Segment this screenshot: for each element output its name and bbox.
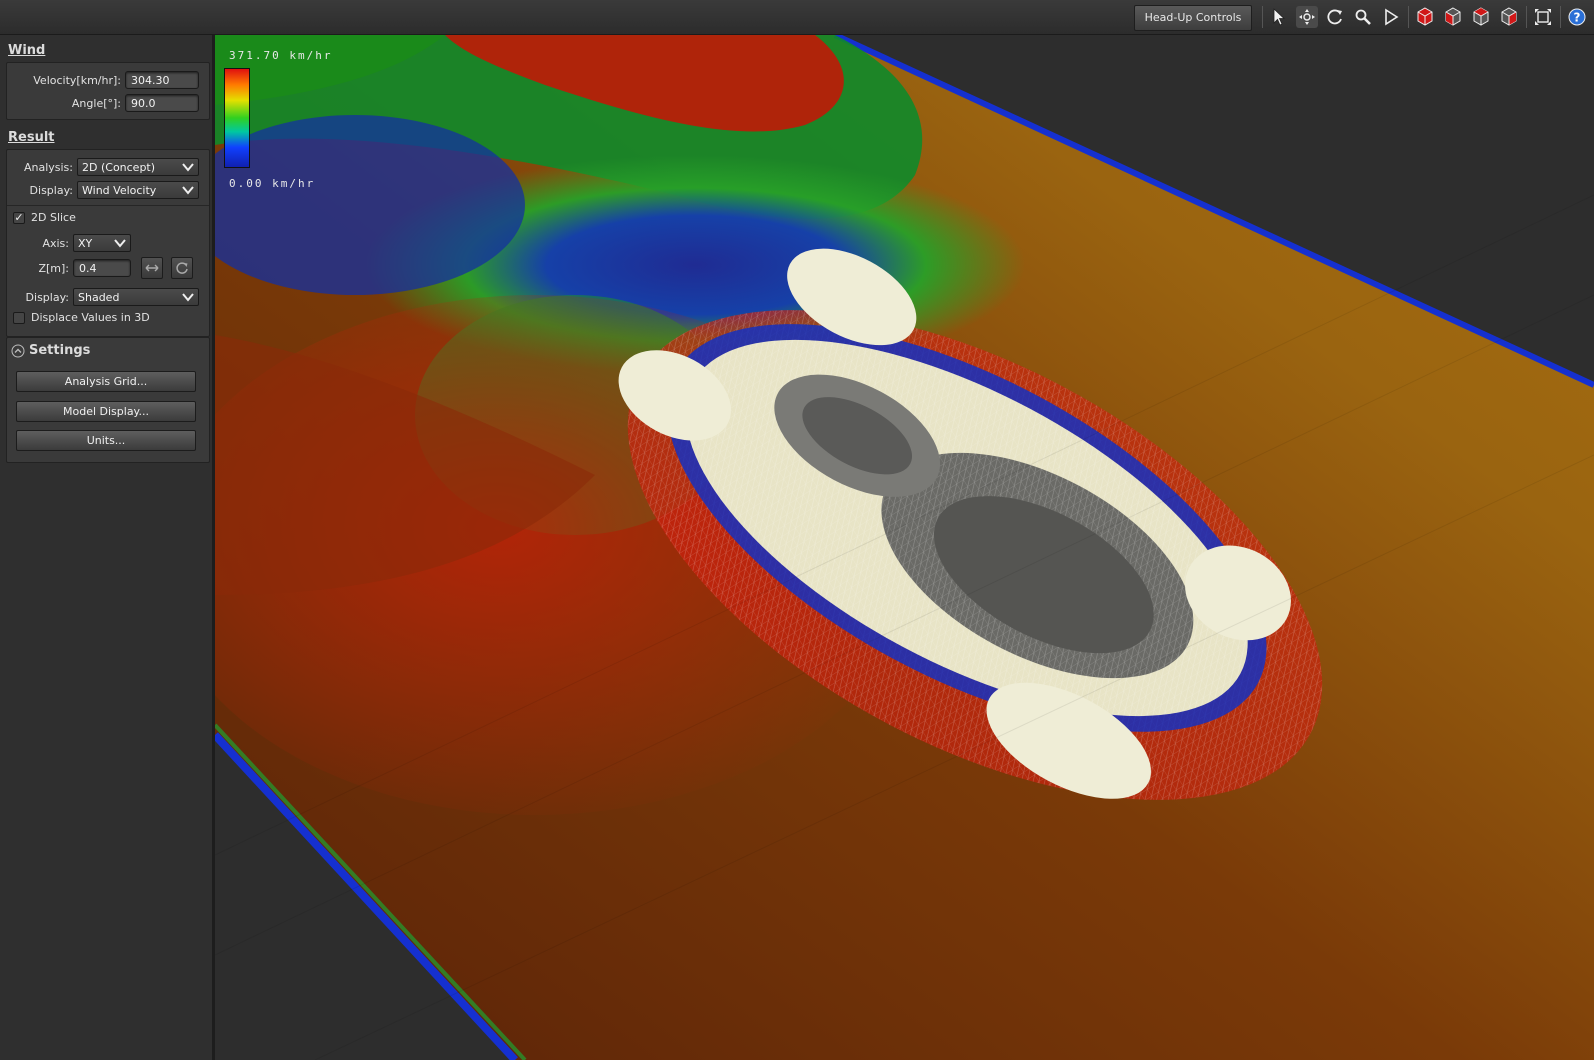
- cube-side-icon[interactable]: [1442, 6, 1464, 28]
- velocity-field[interactable]: 304.30: [125, 71, 199, 89]
- units-button[interactable]: Units...: [16, 430, 196, 451]
- chevron-down-icon: [182, 293, 194, 302]
- wind-velocity-render: [215, 35, 1594, 1060]
- analysis-label: Analysis:: [23, 161, 73, 174]
- settings-section: Settings Analysis Grid... Model Display.…: [6, 337, 210, 463]
- axis-select-value: XY: [78, 237, 93, 250]
- wind-section: Velocity[km/hr]: 304.30 Angle[°]: 90.0: [6, 62, 210, 120]
- display-select-value: Wind Velocity: [82, 184, 157, 197]
- display2-select-value: Shaded: [78, 291, 120, 304]
- left-panel: Wind Velocity[km/hr]: 304.30 Angle[°]: 9…: [0, 35, 215, 1060]
- collapse-icon[interactable]: [11, 344, 25, 358]
- angle-label: Angle[°]:: [71, 97, 121, 110]
- svg-text:?: ?: [1574, 11, 1581, 25]
- legend-min-label: 0.00 km/hr: [229, 177, 316, 190]
- result-section: Analysis: 2D (Concept) Display: Wind Vel…: [6, 149, 210, 337]
- z-step-button[interactable]: [141, 257, 163, 279]
- analysis-select-value: 2D (Concept): [82, 161, 156, 174]
- select-arrow-icon[interactable]: [1268, 6, 1290, 28]
- play-icon[interactable]: [1380, 6, 1402, 28]
- settings-section-title: Settings: [29, 343, 91, 358]
- cube-front-icon[interactable]: [1414, 6, 1436, 28]
- chevron-down-icon: [182, 163, 194, 172]
- z-label: Z[m]:: [38, 262, 69, 275]
- wind-section-title: Wind: [8, 43, 46, 58]
- chevron-down-icon: [114, 239, 126, 248]
- axis-label: Axis:: [42, 237, 69, 250]
- z-reset-button[interactable]: [171, 257, 193, 279]
- help-icon[interactable]: ?: [1566, 6, 1588, 28]
- cube-top-icon[interactable]: [1470, 6, 1492, 28]
- displace-label: Displace Values in 3D: [31, 311, 150, 324]
- head-up-controls-button[interactable]: Head-Up Controls: [1134, 5, 1252, 31]
- angle-field[interactable]: 90.0: [125, 94, 199, 112]
- fit-view-icon[interactable]: [1532, 6, 1554, 28]
- legend-max-label: 371.70 km/hr: [229, 49, 333, 62]
- toolbar-separator: [1560, 6, 1561, 28]
- toolbar-separator: [1408, 6, 1409, 28]
- z-field[interactable]: 0.4: [73, 259, 131, 277]
- analysis-grid-button[interactable]: Analysis Grid...: [16, 371, 196, 392]
- divider: [7, 205, 209, 206]
- toolbar-separator: [1526, 6, 1527, 28]
- refresh-icon: [176, 262, 188, 274]
- arrows-horizontal-icon: [145, 264, 159, 272]
- result-section-title: Result: [8, 130, 55, 145]
- pan-icon[interactable]: [1296, 6, 1318, 28]
- cube-iso-icon[interactable]: [1498, 6, 1520, 28]
- top-toolbar: Head-Up Controls ?: [0, 0, 1594, 35]
- display2-select[interactable]: Shaded: [73, 288, 199, 306]
- 3d-viewport[interactable]: 371.70 km/hr 0.00 km/hr: [215, 35, 1594, 1060]
- slice-label: 2D Slice: [31, 211, 76, 224]
- chevron-down-icon: [182, 186, 194, 195]
- slice-checkbox[interactable]: ✓: [13, 212, 25, 224]
- model-display-button[interactable]: Model Display...: [16, 401, 196, 422]
- display-select[interactable]: Wind Velocity: [77, 181, 199, 199]
- toolbar-separator: [1262, 6, 1263, 28]
- zoom-icon[interactable]: [1352, 6, 1374, 28]
- display2-label: Display:: [25, 291, 69, 304]
- orbit-icon[interactable]: [1324, 6, 1346, 28]
- displace-checkbox[interactable]: [13, 312, 25, 324]
- legend-color-bar: [224, 68, 250, 168]
- display-label: Display:: [29, 184, 73, 197]
- axis-select[interactable]: XY: [73, 234, 131, 252]
- velocity-label: Velocity[km/hr]:: [33, 74, 121, 87]
- analysis-select[interactable]: 2D (Concept): [77, 158, 199, 176]
